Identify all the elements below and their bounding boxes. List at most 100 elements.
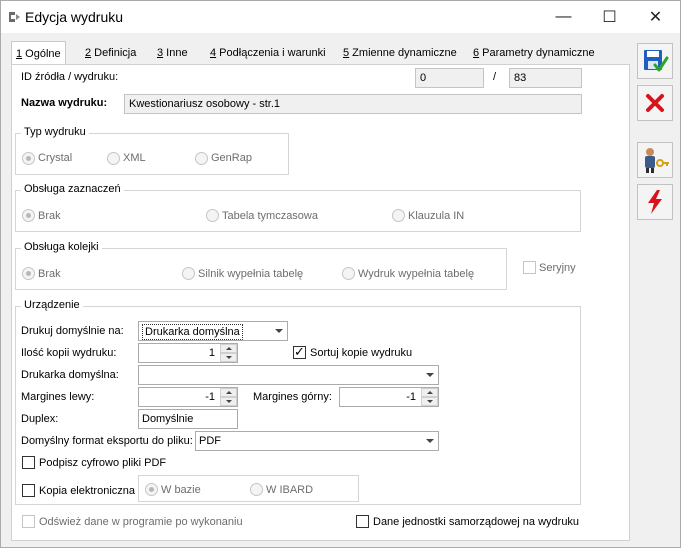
radio-temp-table-label: Tabela tymczasowa bbox=[222, 210, 318, 222]
tab-general[interactable]: 1 Ogólne bbox=[11, 41, 66, 64]
export-format-dropdown[interactable]: PDF bbox=[195, 431, 439, 451]
radio-genrap-label: GenRap bbox=[211, 152, 252, 164]
tab-dynamic-variables[interactable]: 5 Zmienne dynamiczne bbox=[339, 43, 461, 65]
serial-checkbox[interactable] bbox=[523, 261, 536, 274]
radio-e-copy-db[interactable] bbox=[145, 483, 158, 496]
sign-pdf-checkbox[interactable] bbox=[22, 456, 35, 469]
default-print-value: Drukarka domyślna bbox=[142, 324, 243, 340]
selection-handling-title: Obsługa zaznaczeń bbox=[21, 183, 124, 195]
export-format-label: Domyślny format eksportu do pliku: bbox=[21, 435, 193, 447]
arrow-up-icon bbox=[225, 347, 232, 350]
radio-e-copy-ibard-label: W IBARD bbox=[266, 484, 314, 496]
tab-other[interactable]: 3 Inne bbox=[153, 43, 192, 65]
name-label: Nazwa wydruku: bbox=[21, 97, 108, 109]
export-format-value: PDF bbox=[199, 435, 221, 447]
copies-stepper[interactable]: 1 bbox=[138, 343, 238, 363]
id-label: ID źródła / wydruku: bbox=[21, 71, 119, 83]
cancel-button[interactable] bbox=[637, 85, 673, 121]
red-x-icon bbox=[646, 94, 664, 112]
margin-top-stepper[interactable]: -1 bbox=[339, 387, 439, 407]
default-print-label: Drukuj domyślnie na: bbox=[21, 325, 124, 337]
device-title: Urządzenie bbox=[21, 299, 83, 311]
copies-up-button[interactable] bbox=[220, 344, 237, 353]
default-print-dropdown[interactable]: Drukarka domyślna bbox=[138, 321, 288, 341]
margin-left-stepper[interactable]: -1 bbox=[138, 387, 238, 407]
radio-genrap[interactable] bbox=[195, 152, 208, 165]
queue-handling-title: Obsługa kolejki bbox=[21, 241, 102, 253]
maximize-icon: ☐ bbox=[602, 9, 617, 26]
radio-xml[interactable] bbox=[107, 152, 120, 165]
serial-label: Seryjny bbox=[539, 262, 576, 274]
arrow-down-icon bbox=[225, 356, 232, 359]
local-gov-checkbox[interactable] bbox=[356, 515, 369, 528]
sort-copies-checkbox[interactable] bbox=[293, 344, 306, 360]
print-type-title: Typ wydruku bbox=[21, 126, 89, 138]
duplex-label: Duplex: bbox=[21, 413, 59, 425]
chevron-down-icon bbox=[421, 432, 438, 450]
refresh-after-label: Odśwież dane w programie po wykonaniu bbox=[39, 516, 243, 528]
copies-label: Ilość kopii wydruku: bbox=[21, 347, 117, 359]
local-gov-label: Dane jednostki samorządowej na wydruku bbox=[373, 516, 580, 528]
radio-crystal[interactable] bbox=[22, 152, 35, 165]
tab-definition[interactable]: 2 Definicja bbox=[81, 43, 140, 65]
margin-top-up-button[interactable] bbox=[421, 388, 438, 397]
copies-down-button[interactable] bbox=[220, 353, 237, 362]
arrow-down-icon bbox=[426, 400, 433, 403]
print-name-field[interactable]: Kwestionariusz osobowy - str.1 bbox=[124, 94, 582, 114]
tab-connections[interactable]: 4 Podłączenia i warunki bbox=[206, 43, 330, 65]
arrow-up-icon bbox=[225, 391, 232, 394]
e-copy-checkbox[interactable] bbox=[22, 484, 35, 497]
radio-crystal-label: Crystal bbox=[38, 152, 73, 164]
radio-selection-none-label: Brak bbox=[38, 210, 61, 222]
print-edit-window: Edycja wydruku — ☐ ✕ 1 Ogólne 2 Definicj… bbox=[0, 0, 681, 548]
default-printer-label: Drukarka domyślna: bbox=[21, 369, 119, 381]
radio-in-clause-label: Klauzula IN bbox=[408, 210, 465, 222]
arrow-up-icon bbox=[426, 391, 433, 394]
radio-xml-label: XML bbox=[123, 152, 146, 164]
copies-value: 1 bbox=[208, 347, 215, 359]
execute-button[interactable] bbox=[637, 184, 673, 220]
radio-print-fills[interactable] bbox=[342, 267, 355, 280]
app-icon bbox=[9, 12, 20, 22]
margin-left-label: Margines lewy: bbox=[21, 391, 95, 403]
save-icon bbox=[644, 50, 669, 72]
lightning-icon bbox=[648, 190, 662, 214]
id-separator: / bbox=[493, 71, 497, 83]
radio-queue-none[interactable] bbox=[22, 267, 35, 280]
duplex-value: Domyślnie bbox=[142, 413, 194, 425]
maximize-button[interactable]: ☐ bbox=[587, 1, 632, 33]
operators-button[interactable] bbox=[637, 142, 673, 178]
radio-queue-none-label: Brak bbox=[38, 268, 61, 280]
window-title: Edycja wydruku bbox=[25, 9, 124, 25]
refresh-after-checkbox[interactable] bbox=[22, 515, 35, 528]
source-id-field: 0 bbox=[415, 68, 484, 88]
chevron-down-icon bbox=[270, 322, 287, 340]
save-button[interactable] bbox=[637, 43, 673, 79]
tab-dynamic-parameters[interactable]: 6 Parametry dynamiczne bbox=[469, 43, 599, 65]
margin-top-label: Margines górny: bbox=[253, 391, 332, 403]
margin-top-down-button[interactable] bbox=[421, 397, 438, 406]
minimize-button[interactable]: — bbox=[541, 1, 586, 33]
sort-copies-label: Sortuj kopie wydruku bbox=[310, 347, 413, 359]
radio-engine-fills[interactable] bbox=[182, 267, 195, 280]
radio-temp-table[interactable] bbox=[206, 209, 219, 222]
sign-pdf-label: Podpisz cyfrowo pliki PDF bbox=[39, 457, 167, 469]
close-icon: ✕ bbox=[648, 9, 663, 26]
margin-top-value: -1 bbox=[406, 391, 416, 403]
default-printer-dropdown[interactable] bbox=[138, 365, 439, 385]
e-copy-label: Kopia elektroniczna bbox=[39, 485, 136, 497]
radio-in-clause[interactable] bbox=[392, 209, 405, 222]
radio-selection-none[interactable] bbox=[22, 209, 35, 222]
radio-e-copy-ibard[interactable] bbox=[250, 483, 263, 496]
minimize-icon: — bbox=[555, 8, 572, 25]
margin-left-up-button[interactable] bbox=[220, 388, 237, 397]
title-bar: Edycja wydruku — ☐ ✕ bbox=[1, 1, 680, 33]
radio-print-fills-label: Wydruk wypełnia tabelę bbox=[358, 268, 475, 280]
radio-engine-fills-label: Silnik wypełnia tabelę bbox=[198, 268, 304, 280]
close-button[interactable]: ✕ bbox=[633, 1, 678, 33]
margin-left-down-button[interactable] bbox=[220, 397, 237, 406]
print-id-field: 83 bbox=[509, 68, 582, 88]
duplex-dropdown[interactable]: Domyślnie bbox=[138, 409, 238, 429]
margin-left-value: -1 bbox=[205, 391, 215, 403]
arrow-down-icon bbox=[225, 400, 232, 403]
